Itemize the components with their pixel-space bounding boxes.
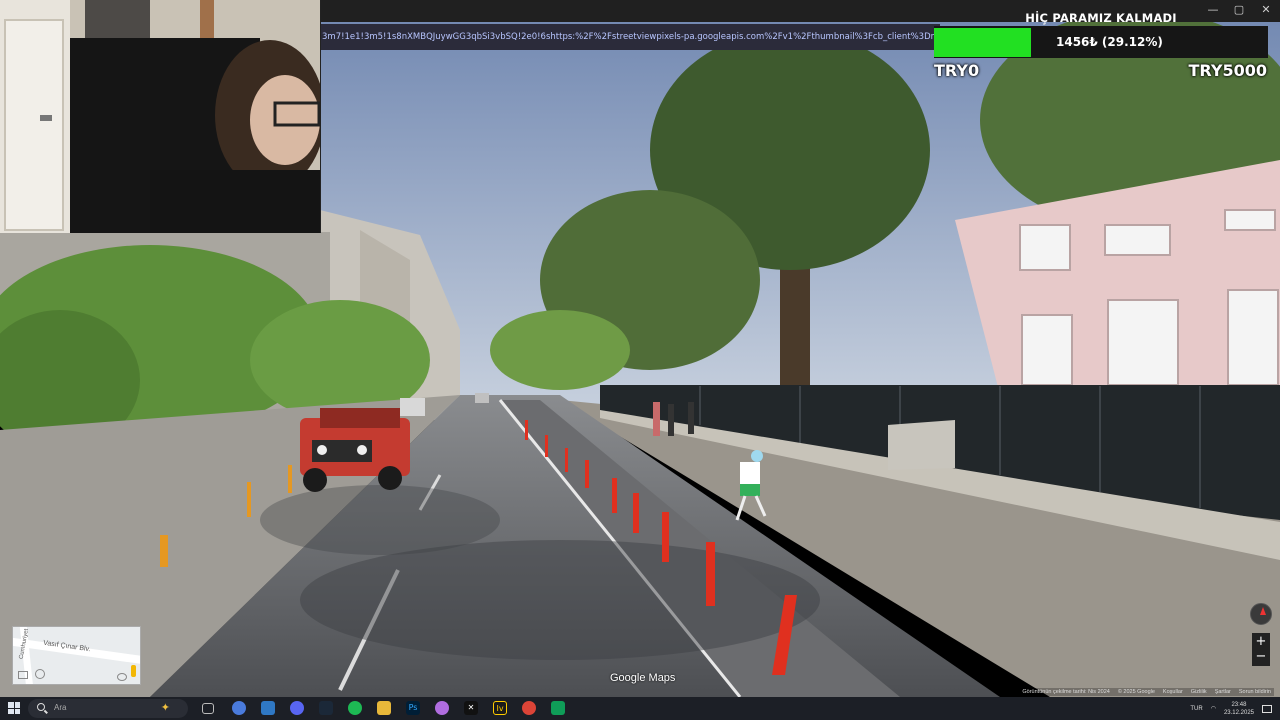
discord-icon[interactable] — [290, 701, 304, 715]
attribution-item[interactable]: Gizlilik — [1191, 689, 1207, 695]
file-explorer-icon[interactable] — [261, 701, 275, 715]
screen: — ▢ ✕ 3m7!1e1!3m5!1s8nXMBQJuywGG3qbSi3vb… — [0, 0, 1280, 720]
layers-icon[interactable] — [117, 673, 127, 681]
windows-start-icon[interactable] — [8, 702, 20, 714]
money-min-label: TRY0 — [934, 61, 980, 80]
expand-icon[interactable] — [18, 671, 28, 679]
wifi-icon[interactable]: ◠ — [1211, 705, 1216, 712]
zoom-out-button[interactable]: − — [1252, 648, 1270, 666]
search-placeholder: Ara — [54, 703, 67, 712]
attribution-bar: Görüntünün çekilme tarihi: Nis 2024 © 20… — [1019, 688, 1274, 696]
capcut-icon[interactable]: ✕ — [464, 701, 478, 715]
minimap[interactable]: Vasıf Çınar Blv. Cumhuriyet — [12, 626, 141, 685]
pegman-icon — [131, 665, 136, 677]
copilot-icon[interactable]: ✦ — [161, 701, 170, 714]
google-maps-watermark: Google Maps — [610, 672, 676, 684]
language-indicator[interactable]: TUR — [1190, 706, 1202, 712]
clock-time: 23:48 — [1231, 701, 1247, 708]
jetbrains-icon[interactable]: Iv — [493, 701, 507, 715]
task-view-icon[interactable] — [202, 703, 214, 714]
money-max-label: TRY5000 — [1188, 61, 1267, 80]
taskbar-search[interactable]: Ara ✦ — [28, 699, 188, 718]
attribution-item[interactable]: Koşullar — [1163, 689, 1183, 695]
attribution-item[interactable]: Şartlar — [1215, 689, 1231, 695]
steam-icon[interactable] — [319, 701, 333, 715]
notification-icon[interactable] — [1262, 704, 1272, 713]
windows-taskbar: Ara ✦ Ps ✕ Iv TUR ◠ 23:48 23.12.2025 — [0, 697, 1280, 720]
folder-icon[interactable] — [377, 701, 391, 715]
locate-icon[interactable] — [35, 669, 45, 679]
chrome-like-icon[interactable] — [232, 701, 246, 715]
attribution-item: © 2025 Google — [1117, 689, 1155, 695]
clock[interactable]: 23:48 23.12.2025 — [1224, 701, 1254, 717]
camera-icon[interactable] — [551, 701, 565, 715]
photoshop-icon[interactable]: Ps — [406, 701, 420, 715]
money-progress-fill — [934, 28, 1032, 57]
spotify-icon[interactable] — [348, 701, 362, 715]
search-icon — [37, 703, 45, 711]
clock-date: 23.12.2025 — [1223, 709, 1254, 716]
attribution-item: Görüntünün çekilme tarihi: Nis 2024 — [1022, 689, 1110, 695]
system-tray: TUR ◠ 23:48 23.12.2025 — [1190, 697, 1272, 720]
chrome-icon[interactable] — [522, 701, 536, 715]
money-progress-bar: 1456₺ (29.12%) — [934, 26, 1268, 58]
address-bar[interactable]: 3m7!1e1!3m5!1s8nXMBQJuywGG3qbSi3vbSQ!2e0… — [320, 24, 940, 50]
webcam-overlay — [0, 0, 321, 233]
money-title: HİÇ PARAMIZ KALMADI — [1025, 11, 1177, 25]
money-amount: 1456₺ (29.12%) — [1056, 35, 1163, 49]
attribution-item[interactable]: Sorun bildirin — [1239, 689, 1271, 695]
webcam-feed — [0, 0, 320, 233]
compass-icon[interactable] — [1250, 603, 1272, 625]
edge-icon[interactable] — [435, 701, 449, 715]
